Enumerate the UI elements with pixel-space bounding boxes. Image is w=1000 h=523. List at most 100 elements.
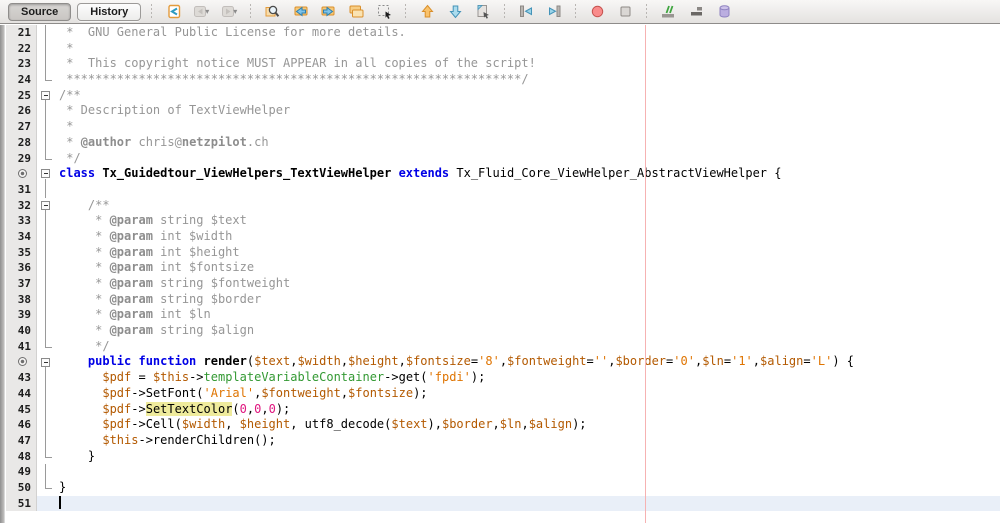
code-text[interactable]: } — [55, 449, 95, 465]
code-text[interactable]: * @param int $width — [55, 229, 232, 245]
line-number[interactable]: 22 — [6, 41, 37, 57]
code-text[interactable] — [55, 496, 61, 512]
code-text[interactable]: /** — [55, 198, 110, 214]
code-text[interactable]: */ — [55, 151, 81, 167]
code-text[interactable]: /** — [55, 88, 81, 104]
code-text[interactable]: ****************************************… — [55, 72, 529, 88]
code-line[interactable]: 47 $this->renderChildren(); — [0, 433, 1000, 449]
code-text[interactable]: * Description of TextViewHelper — [55, 103, 290, 119]
code-line[interactable]: 49 — [0, 464, 1000, 480]
code-line[interactable]: 33 * @param string $text — [0, 213, 1000, 229]
code-text[interactable]: * @param int $fontsize — [55, 260, 254, 276]
shift-line-left-button[interactable] — [515, 2, 537, 22]
code-line[interactable]: 41 */ — [0, 339, 1000, 355]
line-number[interactable]: 51 — [6, 496, 37, 512]
next-bookmark-button[interactable] — [444, 2, 466, 22]
code-text[interactable]: $pdf->SetFont('Arial',$fontweight,$fonts… — [55, 386, 428, 402]
line-number[interactable]: 50 — [6, 480, 37, 496]
fold-collapse-icon[interactable] — [41, 358, 50, 367]
code-line[interactable]: 39 * @param int $ln — [0, 307, 1000, 323]
code-text[interactable]: public function render($text,$width,$hei… — [55, 354, 854, 370]
shift-line-right-button[interactable] — [543, 2, 565, 22]
line-number[interactable]: 35 — [6, 245, 37, 261]
line-number[interactable]: 41 — [6, 339, 37, 355]
code-line[interactable]: 43 $pdf = $this->templateVariableContain… — [0, 370, 1000, 386]
back-button[interactable]: ▾ — [190, 2, 212, 22]
line-number[interactable]: 32 — [6, 198, 37, 214]
line-number[interactable]: 29 — [6, 151, 37, 167]
line-number[interactable]: 25 — [6, 88, 37, 104]
code-text[interactable]: * @param string $fontweight — [55, 276, 290, 292]
line-number[interactable]: 28 — [6, 135, 37, 151]
forward-button[interactable]: ▾ — [218, 2, 240, 22]
code-text[interactable]: $pdf = $this->templateVariableContainer-… — [55, 370, 485, 386]
code-text[interactable]: } — [55, 480, 66, 496]
line-number[interactable]: 24 — [6, 72, 37, 88]
code-line[interactable]: 29 */ — [0, 151, 1000, 167]
line-number[interactable]: 39 — [6, 307, 37, 323]
annotation-icon[interactable] — [18, 169, 27, 178]
annotation-icon[interactable] — [18, 357, 27, 366]
code-text[interactable]: * GNU General Public License for more de… — [55, 25, 406, 41]
find-previous-button[interactable] — [289, 2, 311, 22]
fold-collapse-icon[interactable] — [41, 201, 50, 210]
annotation-gutter-cell[interactable] — [6, 354, 37, 370]
code-editor[interactable]: 21 * GNU General Public License for more… — [0, 25, 1000, 523]
line-number[interactable]: 47 — [6, 433, 37, 449]
history-tab[interactable]: History — [77, 3, 141, 21]
code-line[interactable]: 24 *************************************… — [0, 72, 1000, 88]
line-number[interactable]: 34 — [6, 229, 37, 245]
code-text[interactable] — [55, 182, 59, 198]
code-line[interactable]: class Tx_Guidedtour_ViewHelpers_TextView… — [0, 166, 1000, 182]
code-text[interactable]: * This copyright notice MUST APPEAR in a… — [55, 56, 536, 72]
code-text[interactable] — [55, 464, 59, 480]
line-number[interactable]: 40 — [6, 323, 37, 339]
code-line[interactable]: 51 — [0, 496, 1000, 512]
toggle-rectangular-selection-button[interactable] — [373, 2, 395, 22]
fold-collapse-icon[interactable] — [41, 169, 50, 178]
line-number[interactable]: 49 — [6, 464, 37, 480]
code-line[interactable]: 21 * GNU General Public License for more… — [0, 25, 1000, 41]
code-text[interactable]: $this->renderChildren(); — [55, 433, 276, 449]
code-line[interactable]: 28 * @author chris@netzpilot.ch — [0, 135, 1000, 151]
code-line[interactable]: 23 * This copyright notice MUST APPEAR i… — [0, 56, 1000, 72]
line-number[interactable]: 46 — [6, 417, 37, 433]
code-line[interactable]: 40 * @param string $align — [0, 323, 1000, 339]
code-text[interactable]: * @param string $border — [55, 292, 261, 308]
code-line[interactable]: 46 $pdf->Cell($width, $height, utf8_deco… — [0, 417, 1000, 433]
find-selection-button[interactable] — [261, 2, 283, 22]
code-line[interactable]: 44 $pdf->SetFont('Arial',$fontweight,$fo… — [0, 386, 1000, 402]
line-number[interactable]: 27 — [6, 119, 37, 135]
line-number[interactable]: 44 — [6, 386, 37, 402]
line-number[interactable]: 21 — [6, 25, 37, 41]
line-number[interactable]: 37 — [6, 276, 37, 292]
line-number[interactable]: 31 — [6, 182, 37, 198]
code-text[interactable]: * @author chris@netzpilot.ch — [55, 135, 269, 151]
uncomment-button[interactable] — [685, 2, 707, 22]
code-line[interactable]: 45 $pdf->SetTextColor(0,0,0); — [0, 402, 1000, 418]
database-button[interactable] — [713, 2, 735, 22]
code-text[interactable]: * — [55, 41, 73, 57]
line-number[interactable]: 26 — [6, 103, 37, 119]
code-line[interactable]: 25 /** — [0, 88, 1000, 104]
code-line[interactable]: 48 } — [0, 449, 1000, 465]
previous-bookmark-button[interactable] — [416, 2, 438, 22]
toggle-bookmark-button[interactable] — [472, 2, 494, 22]
fold-collapse-icon[interactable] — [41, 91, 50, 100]
code-line[interactable]: 34 * @param int $width — [0, 229, 1000, 245]
annotation-gutter-cell[interactable] — [6, 166, 37, 182]
code-text[interactable]: $pdf->Cell($width, $height, utf8_decode(… — [55, 417, 587, 433]
code-line[interactable]: 37 * @param string $fontweight — [0, 276, 1000, 292]
line-number[interactable]: 48 — [6, 449, 37, 465]
code-line[interactable]: 36 * @param int $fontsize — [0, 260, 1000, 276]
code-line[interactable]: 22 * — [0, 41, 1000, 57]
code-line[interactable]: 31 — [0, 182, 1000, 198]
start-macro-recording-button[interactable] — [586, 2, 608, 22]
line-number[interactable]: 43 — [6, 370, 37, 386]
line-number[interactable]: 33 — [6, 213, 37, 229]
code-text[interactable]: class Tx_Guidedtour_ViewHelpers_TextView… — [55, 166, 781, 182]
line-number[interactable]: 36 — [6, 260, 37, 276]
comment-button[interactable] — [657, 2, 679, 22]
fold-column[interactable] — [37, 354, 55, 370]
back-dropdown-icon[interactable]: ▾ — [205, 7, 209, 16]
